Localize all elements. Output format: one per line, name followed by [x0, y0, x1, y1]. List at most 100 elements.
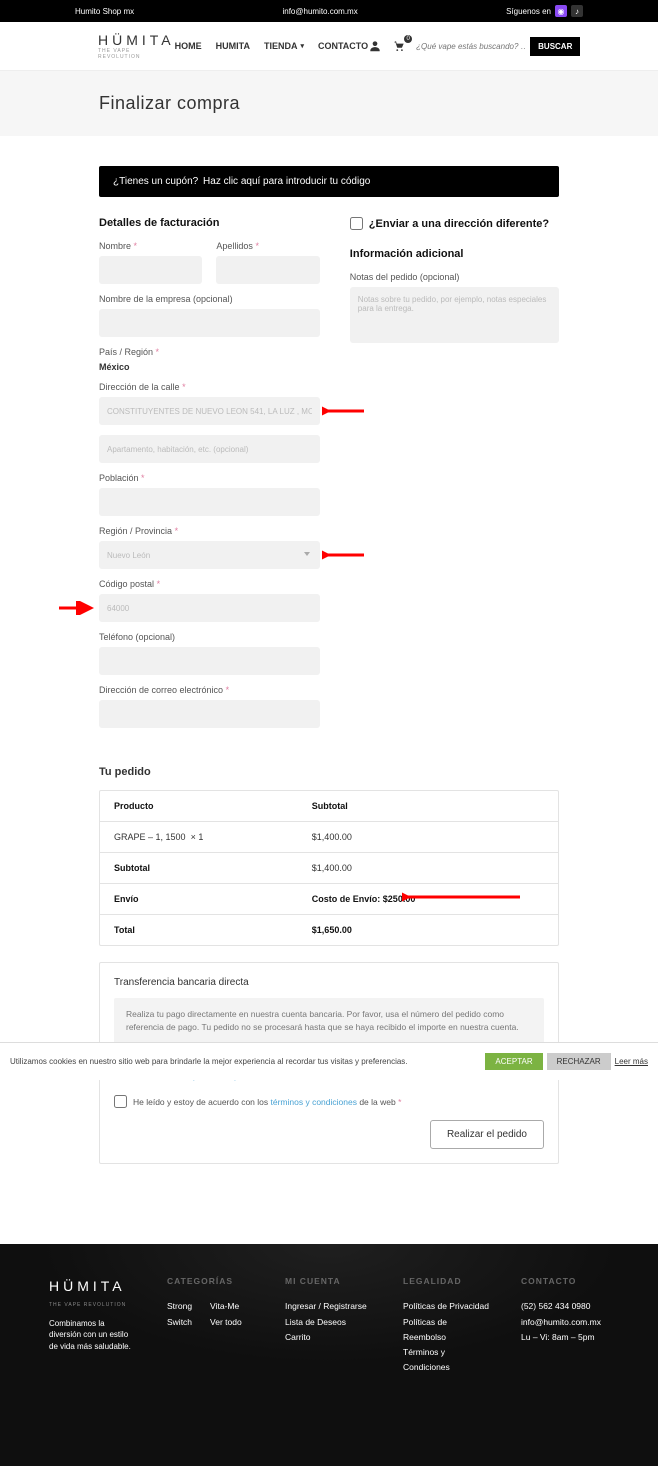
link-switch[interactable]: Switch [167, 1315, 192, 1330]
envio-label: Envío [114, 894, 312, 904]
arrow-annotation-cp [57, 601, 97, 615]
footer-logo-sub: THE VAPE REVOLUTION [49, 1301, 137, 1310]
link-vertodo[interactable]: Ver todo [210, 1315, 242, 1330]
coupon-question: ¿Tienes un cupón? [113, 176, 198, 187]
ship-different-checkbox[interactable] [350, 217, 363, 230]
input-direccion[interactable] [99, 397, 320, 425]
input-cp[interactable] [99, 594, 320, 622]
contact-tel[interactable]: (52) 562 434 0980 [521, 1299, 609, 1314]
total-label: Total [114, 925, 312, 935]
top-bar: Humito Shop mx info@humito.com.mx Síguen… [0, 0, 658, 22]
notes-textarea[interactable] [350, 287, 559, 343]
th-producto: Producto [114, 801, 312, 811]
cookie-actions: ACEPTAR RECHAZAR Leer más [485, 1053, 648, 1070]
main-nav: HOME HUMITA TIENDA▾ CONTACTO [175, 41, 369, 51]
footer-tagline: Combinamos la diversión con un estilo de… [49, 1318, 137, 1352]
label-telefono: Teléfono (opcional) [99, 632, 320, 642]
cookie-read-more[interactable]: Leer más [615, 1057, 648, 1066]
shop-name: Humito Shop mx [75, 7, 134, 16]
page-title: Finalizar compra [99, 93, 559, 114]
chevron-down-icon: ▾ [300, 42, 304, 50]
footer-account: MI CUENTA Ingresar / Registrarse Lista d… [285, 1274, 373, 1376]
label-empresa: Nombre de la empresa (opcional) [99, 294, 320, 304]
input-nombre[interactable] [99, 256, 202, 284]
payment-description: Realiza tu pago directamente en nuestra … [114, 998, 544, 1044]
total-value: $1,650.00 [312, 925, 544, 935]
cookie-text: Utilizamos cookies en nuestro sitio web … [10, 1057, 408, 1066]
footer-legal-heading: LEGALIDAD [403, 1274, 491, 1289]
coupon-bar: ¿Tienes un cupón? Haz clic aquí para int… [99, 166, 559, 197]
social-wrap: Síguenos en ◉ ♪ [506, 5, 583, 17]
title-strip: Finalizar compra [0, 71, 658, 136]
link-strong[interactable]: Strong [167, 1299, 192, 1314]
pais-value: México [99, 362, 320, 372]
footer-legal: LEGALIDAD Políticas de Privacidad Políti… [403, 1274, 491, 1376]
input-poblacion[interactable] [99, 488, 320, 516]
nav-humita[interactable]: HUMITA [216, 41, 250, 51]
shipping-column: ¿Enviar a una dirección diferente? Infor… [350, 217, 559, 738]
tiktok-icon[interactable]: ♪ [571, 5, 583, 17]
label-apellidos: Apellidos * [216, 241, 319, 251]
link-deseos[interactable]: Lista de Deseos [285, 1315, 373, 1330]
link-reembolso[interactable]: Políticas de Reembolso [403, 1315, 491, 1346]
search-button[interactable]: BUSCAR [530, 37, 580, 56]
footer-contact: CONTACTO (52) 562 434 0980 info@humito.c… [521, 1274, 609, 1376]
terms-link[interactable]: términos y condiciones [271, 1097, 357, 1107]
search-input[interactable] [416, 42, 526, 51]
nav-home[interactable]: HOME [175, 41, 202, 51]
subtotal-label: Subtotal [114, 863, 312, 873]
link-carrito[interactable]: Carrito [285, 1330, 373, 1345]
input-telefono[interactable] [99, 647, 320, 675]
nav-contacto[interactable]: CONTACTO [318, 41, 368, 51]
footer-cat-heading: CATEGORÍAS [167, 1274, 255, 1289]
contact-mail[interactable]: info@humito.com.mx [521, 1315, 609, 1330]
label-direccion: Dirección de la calle * [99, 382, 320, 392]
logo[interactable]: HÜMITA THE VAPE REVOLUTION [98, 32, 175, 60]
order-title: Tu pedido [99, 766, 559, 778]
select-region[interactable] [99, 541, 320, 569]
input-apellidos[interactable] [216, 256, 319, 284]
logo-text: HÜMITA [98, 32, 175, 48]
envio-value: Costo de Envío: $250.00 [312, 894, 544, 904]
nav-tienda[interactable]: TIENDA▾ [264, 41, 304, 51]
terms-row: He leído y estoy de acuerdo con los térm… [114, 1095, 544, 1108]
label-cp: Código postal * [99, 579, 320, 589]
link-ingresar[interactable]: Ingresar / Registrarse [285, 1299, 373, 1314]
contact-hours: Lu – Vi: 8am – 5pm [521, 1330, 609, 1345]
footer-contact-heading: CONTACTO [521, 1274, 609, 1289]
cookie-bar: Utilizamos cookies en nuestro sitio web … [0, 1042, 658, 1080]
follow-label: Síguenos en [506, 7, 551, 16]
order-table: Producto Subtotal GRAPE – 1, 1500 × 1 $1… [99, 790, 559, 946]
main-header: HÜMITA THE VAPE REVOLUTION HOME HUMITA T… [0, 22, 658, 71]
place-order-button[interactable]: Realizar el pedido [430, 1120, 544, 1149]
footer-logo: HÜMITA [49, 1274, 137, 1299]
input-email[interactable] [99, 700, 320, 728]
billing-title: Detalles de facturación [99, 217, 320, 229]
info-adicional-title: Información adicional [350, 248, 559, 260]
link-terminos[interactable]: Términos y Condiciones [403, 1345, 491, 1376]
order-item: GRAPE – 1, 1500 × 1 [114, 832, 312, 842]
terms-checkbox[interactable] [114, 1095, 127, 1108]
top-email[interactable]: info@humito.com.mx [282, 7, 357, 16]
search-wrap: BUSCAR [416, 37, 580, 56]
instagram-icon[interactable]: ◉ [555, 5, 567, 17]
ship-different-label[interactable]: ¿Enviar a una dirección diferente? [350, 217, 559, 230]
cookie-accept-button[interactable]: ACEPTAR [485, 1053, 542, 1070]
link-privacidad[interactable]: Políticas de Privacidad [403, 1299, 491, 1314]
label-email: Dirección de correo electrónico * [99, 685, 320, 695]
link-vitame[interactable]: Vita-Me [210, 1299, 242, 1314]
label-region: Región / Provincia * [99, 526, 320, 536]
notes-label: Notas del pedido (opcional) [350, 272, 559, 282]
cookie-reject-button[interactable]: RECHAZAR [547, 1053, 611, 1070]
coupon-link[interactable]: Haz clic aquí para introducir tu código [203, 176, 370, 187]
input-apartamento[interactable] [99, 435, 320, 463]
th-subtotal: Subtotal [312, 801, 544, 811]
footer-brand: HÜMITA THE VAPE REVOLUTION Combinamos la… [49, 1274, 137, 1376]
user-icon[interactable] [368, 39, 382, 53]
input-empresa[interactable] [99, 309, 320, 337]
label-nombre: Nombre * [99, 241, 202, 251]
billing-column: Detalles de facturación Nombre * Apellid… [99, 217, 320, 738]
label-poblacion: Población * [99, 473, 320, 483]
checkout-grid: Detalles de facturación Nombre * Apellid… [99, 217, 559, 738]
cart-icon[interactable] [392, 39, 406, 53]
